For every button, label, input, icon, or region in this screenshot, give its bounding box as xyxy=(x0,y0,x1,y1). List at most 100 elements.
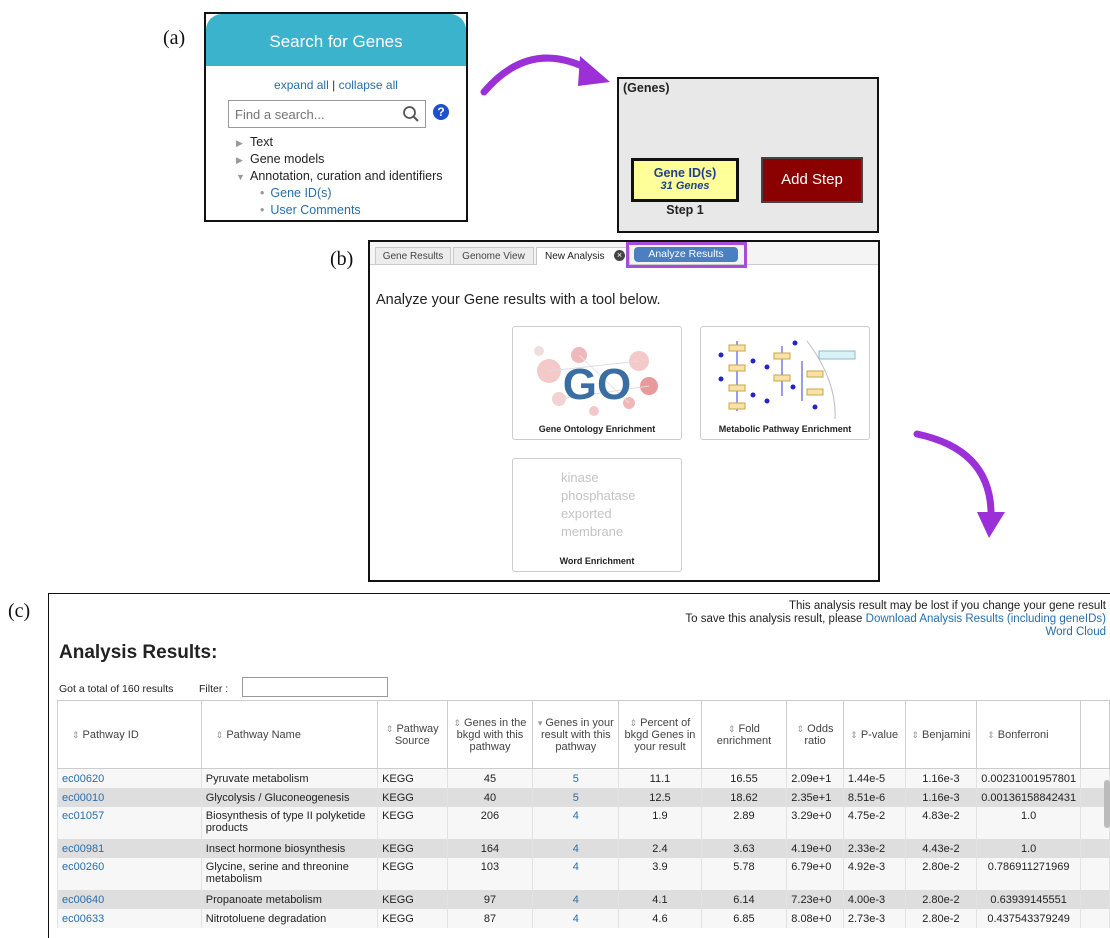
notice-line: Word Cloud xyxy=(685,626,1106,639)
notice-line: This analysis result may be lost if you … xyxy=(788,600,1106,612)
results-panel: This analysis result may be lost if you … xyxy=(48,593,1110,938)
tab-gene-results[interactable]: Gene Results xyxy=(375,247,451,264)
sort-icon: ⇕ xyxy=(215,729,224,740)
odds-ratio: 2.35e+1 xyxy=(786,788,844,807)
genes-bkgd: 97 xyxy=(446,890,534,909)
col-odds-ratio[interactable]: ⇕ Odds ratio xyxy=(786,700,844,769)
tab-genome-view[interactable]: Genome View xyxy=(453,247,534,264)
genes-result-link[interactable]: 5 xyxy=(573,792,579,804)
sort-desc-icon: ▾ xyxy=(537,717,543,728)
pathway-name: Glycine, serine and threonine metabolism xyxy=(200,858,379,890)
genes-result-link[interactable]: 4 xyxy=(573,810,579,822)
column-label: Fold enrichment xyxy=(716,722,772,747)
genes-result-link[interactable]: 5 xyxy=(573,773,579,785)
go-cloud-image: GO xyxy=(534,346,658,416)
column-label: Genes in your result with this pathway xyxy=(540,716,614,753)
pathway-id-link[interactable]: ec00633 xyxy=(62,913,104,925)
card-label-pathway: Metabolic Pathway Enrichment xyxy=(718,424,852,434)
pathway-id-link[interactable]: ec00010 xyxy=(62,792,104,804)
subitem-gene-ids[interactable]: • Gene ID(s) xyxy=(260,186,332,200)
tree-item-text[interactable]: ▶ Text xyxy=(236,135,273,149)
genes-result-link[interactable]: 4 xyxy=(573,843,579,855)
subitem-user-comments[interactable]: • User Comments xyxy=(260,203,361,217)
sort-icon: ⇕ xyxy=(727,723,736,734)
search-input[interactable] xyxy=(233,101,397,127)
bonferroni: 1.0 xyxy=(976,807,1082,839)
close-icon[interactable]: × xyxy=(614,250,625,261)
word-cloud-word: exported xyxy=(561,506,612,521)
col-percent-bkgd[interactable]: ⇕ Percent of bkgd Genes in your result xyxy=(618,700,702,769)
genes-bkgd: 87 xyxy=(446,909,534,928)
results-total: Got a total of 160 results xyxy=(59,683,174,695)
column-label: Genes in the bkgd with this pathway xyxy=(456,716,527,753)
search-box xyxy=(228,100,426,128)
collapse-all-link[interactable]: collapse all xyxy=(339,78,398,92)
pathway-id-link[interactable]: ec01057 xyxy=(62,810,104,822)
search-icon[interactable] xyxy=(402,105,420,123)
pathway-id-link[interactable]: ec00981 xyxy=(62,843,104,855)
tree-item-label: Gene models xyxy=(250,152,325,166)
expand-collapse-links: expand all | collapse all xyxy=(206,78,466,92)
results-title: Analysis Results: xyxy=(59,642,218,663)
pathway-source: KEGG xyxy=(377,909,448,928)
analyze-results-button[interactable]: Analyze Results xyxy=(634,247,738,262)
table-row: ec00633 Nitrotoluene degradation KEGG 87… xyxy=(57,909,1110,928)
sort-icon: ⇕ xyxy=(911,729,920,740)
pathway-name: Nitrotoluene degradation xyxy=(200,909,379,928)
pathway-enrichment-card[interactable]: Metabolic Pathway Enrichment xyxy=(700,326,870,440)
expand-all-link[interactable]: expand all xyxy=(274,78,329,92)
tree-item-annotation[interactable]: ▼ Annotation, curation and identifiers xyxy=(236,169,443,183)
column-label: Odds ratio xyxy=(804,722,834,747)
bullet-icon: • xyxy=(260,203,265,217)
expand-triangle-icon: ▶ xyxy=(236,138,243,148)
download-results-link[interactable]: Download Analysis Results (including gen… xyxy=(866,613,1106,625)
odds-ratio: 2.09e+1 xyxy=(786,768,844,788)
col-pathway-source[interactable]: ⇕ Pathway Source xyxy=(377,700,448,769)
genes-result-link[interactable]: 4 xyxy=(573,894,579,906)
word-cloud-word: membrane xyxy=(561,524,624,539)
p-value: 2.33e-2 xyxy=(842,839,906,858)
pathway-id-link[interactable]: ec00620 xyxy=(62,773,104,785)
col-p-value[interactable]: ⇕ P-value xyxy=(842,700,906,769)
p-value: 4.75e-2 xyxy=(842,807,906,839)
odds-ratio: 4.19e+0 xyxy=(786,839,844,858)
col-pathway-id[interactable]: ⇕ Pathway ID xyxy=(57,700,202,769)
percent-bkgd: 11.1 xyxy=(618,768,702,788)
step-label: Step 1 xyxy=(666,203,704,217)
add-step-button[interactable]: Add Step xyxy=(761,157,863,203)
pathway-id-link[interactable]: ec00640 xyxy=(62,894,104,906)
tree-item-gene-models[interactable]: ▶ Gene models xyxy=(236,152,324,166)
bonferroni: 0.437543379249 xyxy=(976,909,1082,928)
label-a: (a) xyxy=(163,27,186,49)
col-genes-bkgd[interactable]: ⇕ Genes in the bkgd with this pathway xyxy=(446,700,534,769)
word-cloud-link[interactable]: Word Cloud xyxy=(1045,626,1106,638)
scrollbar[interactable] xyxy=(1104,780,1110,828)
column-label: P-value xyxy=(860,728,899,741)
col-bonferroni[interactable]: ⇕ Bonferroni xyxy=(976,700,1082,769)
tab-bar: Gene Results Genome View New Analysis × xyxy=(370,242,878,265)
help-icon[interactable]: ? xyxy=(433,104,449,120)
fold-enrichment: 2.89 xyxy=(700,807,788,839)
subitem-label: Gene ID(s) xyxy=(270,186,332,200)
genes-bkgd: 206 xyxy=(446,807,534,839)
word-enrichment-card[interactable]: kinase phosphatase exported membrane Wor… xyxy=(512,458,682,572)
genes-result-link[interactable]: 4 xyxy=(573,913,579,925)
bullet-icon: • xyxy=(260,186,265,200)
percent-bkgd: 2.4 xyxy=(618,839,702,858)
col-pathway-name[interactable]: ⇕ Pathway Name xyxy=(200,700,379,769)
pathway-id-link[interactable]: ec00260 xyxy=(62,861,104,873)
filter-input[interactable] xyxy=(242,677,388,697)
step-box[interactable]: Gene ID(s) 31 Genes xyxy=(631,158,739,202)
expand-triangle-icon: ▶ xyxy=(236,155,243,165)
col-genes-result[interactable]: ▾ Genes in your result with this pathway xyxy=(532,700,620,769)
bonferroni: 0.00231001957801 xyxy=(976,768,1082,788)
genes-result-link[interactable]: 4 xyxy=(573,861,579,873)
go-enrichment-card[interactable]: GO Gene Ontology Enrichment xyxy=(512,326,682,440)
sort-icon: ⇕ xyxy=(385,723,394,734)
col-extra xyxy=(1080,700,1110,769)
col-fold-enrichment[interactable]: ⇕ Fold enrichment xyxy=(700,700,788,769)
col-benjamini[interactable]: ⇕ Benjamini xyxy=(904,700,978,769)
percent-bkgd: 3.9 xyxy=(618,858,702,890)
results-table: ⇕ Pathway ID ⇕ Pathway Name ⇕ Pathway Sourc… xyxy=(57,700,1110,928)
pathway-name: Biosynthesis of type II polyketide produ… xyxy=(200,807,379,839)
